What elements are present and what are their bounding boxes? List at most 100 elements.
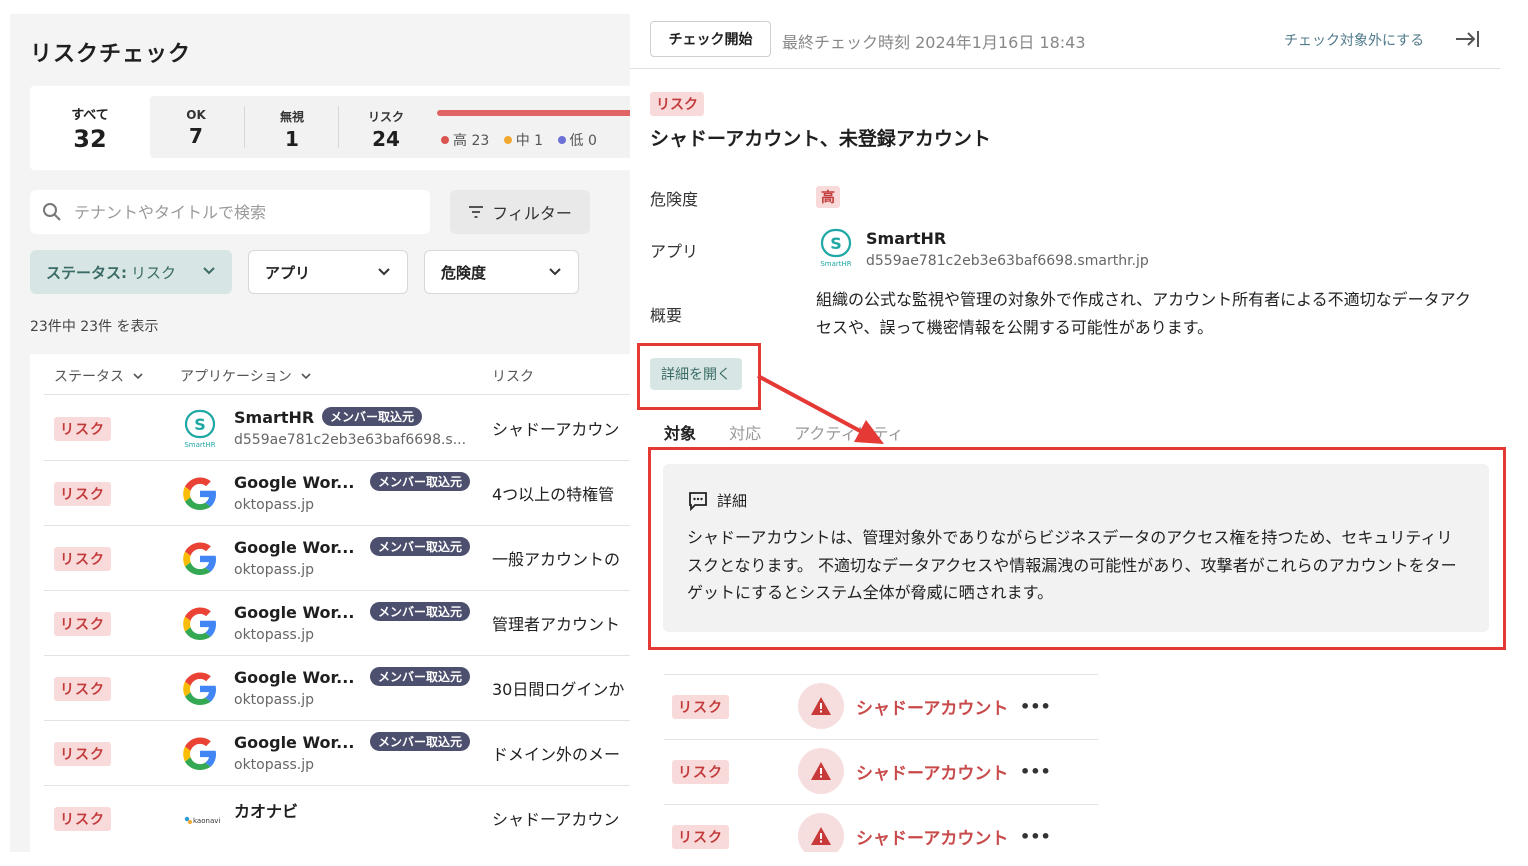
comment-icon xyxy=(689,491,707,511)
annotation-highlight-button xyxy=(637,343,761,410)
risk-list-panel: リスクチェック すべて 32 OK 7 無視 1 リスク 24 高 23 中 1… xyxy=(10,14,630,852)
svg-text:S: S xyxy=(194,415,206,434)
warning-icon xyxy=(798,748,844,794)
status-badge: リスク xyxy=(650,92,704,116)
status-badge: リスク xyxy=(54,482,111,506)
tab-target[interactable]: 対象 xyxy=(664,420,696,444)
risk-level-bar xyxy=(437,110,630,116)
risk-table: ステータス アプリケーション リスク リスク S SmartHR SmartHR d55… xyxy=(30,354,630,852)
table-row[interactable]: リスク Google Wor... oktopass.jp メンバー取込元 一般アカウン… xyxy=(44,525,630,590)
app-dropdown[interactable]: アプリ xyxy=(248,250,408,294)
search-box xyxy=(30,190,430,234)
app-name: Google Wor... xyxy=(234,538,355,557)
google-icon xyxy=(180,539,220,579)
start-check-button[interactable]: チェック開始 xyxy=(650,21,771,57)
stat-all-label: すべて xyxy=(71,108,109,123)
chevron-down-icon xyxy=(549,268,561,276)
status-badge: リスク xyxy=(672,760,729,784)
column-header-status-label: ステータス xyxy=(54,369,124,385)
table-row[interactable]: リスク Google Wor... oktopass.jp メンバー取込元 4つ以上の特… xyxy=(44,460,630,525)
details-body: シャドーアカウントは、管理対象外でありながらビジネスデータのアクセス権を持つため… xyxy=(687,528,1457,602)
table-row[interactable]: リスク kaonavi カオナビ シャドーアカウン xyxy=(44,785,630,850)
level-dot-mid xyxy=(503,136,512,144)
column-header-risk-label: リスク xyxy=(492,369,534,385)
app-subtitle: oktopass.jp xyxy=(234,497,315,513)
stats-summary: すべて 32 OK 7 無視 1 リスク 24 高 23 中 1 低 0 xyxy=(30,86,630,170)
risk-name: 30日間ログインか xyxy=(492,680,625,699)
stat-ignore-value: 1 xyxy=(285,127,299,151)
table-row[interactable]: リスク Google Wor... oktopass.jp メンバー取込元 管理者アカウ… xyxy=(44,590,630,655)
stat-ok[interactable]: OK 7 xyxy=(150,96,242,158)
app-name: SmartHR xyxy=(234,408,315,427)
more-icon[interactable]: ••• xyxy=(1020,697,1051,716)
stat-risk[interactable]: リスク 24 xyxy=(340,96,432,158)
risk-title: シャドーアカウント、未登録アカウント xyxy=(650,128,991,150)
divider xyxy=(244,106,245,148)
last-check-time: 最終チェック時刻 2024年1月16日 18:43 xyxy=(782,33,1086,52)
status-badge: リスク xyxy=(54,547,111,571)
status-dropdown[interactable]: ステータス: リスク xyxy=(30,250,232,294)
column-header-application[interactable]: アプリケーション xyxy=(180,366,312,386)
details-card: 詳細 シャドーアカウントは、管理対象外でありながらビジネスデータのアクセス権を持… xyxy=(663,464,1489,632)
app-subtitle: oktopass.jp xyxy=(234,757,315,773)
list-item-title: シャドーアカウント xyxy=(856,764,1009,784)
stat-ignore[interactable]: 無視 1 xyxy=(246,96,338,158)
list-item-title: シャドーアカウント xyxy=(856,829,1009,849)
stat-risk-value: 24 xyxy=(372,127,400,151)
stat-all-value: 32 xyxy=(73,125,107,153)
member-source-tag: メンバー取込元 xyxy=(370,732,471,751)
table-row[interactable]: リスク Google Wor... oktopass.jp メンバー取込元 ドメイン外の… xyxy=(44,720,630,785)
level-dot-low xyxy=(557,136,566,144)
more-icon[interactable]: ••• xyxy=(1020,762,1051,781)
app-subtitle: oktopass.jp xyxy=(234,627,315,643)
risk-name: シャドーアカウン xyxy=(492,810,620,829)
collapse-panel-icon[interactable] xyxy=(1454,28,1480,50)
status-badge: リスク xyxy=(54,677,111,701)
screen: リスクチェック すべて 32 OK 7 無視 1 リスク 24 高 23 中 1… xyxy=(0,0,1528,866)
app-name: カオナビ xyxy=(234,802,299,821)
page-title: リスクチェック xyxy=(30,42,192,67)
search-input[interactable] xyxy=(74,198,414,226)
level-dot-high xyxy=(441,136,449,144)
exclude-from-check-link[interactable]: チェック対象外にする xyxy=(1284,30,1424,50)
status-badge: リスク xyxy=(672,695,729,719)
app-name: Google Wor... xyxy=(234,473,355,492)
stat-ok-label: OK xyxy=(186,108,206,122)
kaonavi-icon: kaonavi xyxy=(180,799,220,839)
result-count: 23件中 23件 を表示 xyxy=(30,319,159,335)
filter-label: フィルター xyxy=(492,204,572,223)
chevron-down-icon xyxy=(378,268,390,276)
level-mid: 中 1 xyxy=(503,133,544,149)
list-item[interactable]: リスク シャドーアカウント ••• xyxy=(664,739,1098,804)
level-high: 高 23 xyxy=(441,133,489,149)
stat-ignore-label: 無視 xyxy=(279,110,304,124)
list-item-title: シャドーアカウント xyxy=(856,699,1009,719)
risk-detail-panel: チェック開始 最終チェック時刻 2024年1月16日 18:43 チェック対象外… xyxy=(630,14,1500,852)
divider xyxy=(630,68,1500,69)
status-badge: リスク xyxy=(54,807,111,831)
level-mid-label: 中 1 xyxy=(515,133,544,149)
warning-icon xyxy=(798,683,844,729)
app-dropdown-label: アプリ xyxy=(265,263,311,282)
google-icon xyxy=(180,734,220,774)
severity-badge: 高 xyxy=(816,186,840,208)
smarthr-icon: S SmartHR xyxy=(820,228,852,268)
member-source-tag: メンバー取込元 xyxy=(322,407,423,426)
column-header-risk: リスク xyxy=(492,366,534,386)
tab-activity[interactable]: アクティビティ xyxy=(794,420,903,444)
severity-dropdown[interactable]: 危険度 xyxy=(424,250,579,294)
stat-risk-label: リスク xyxy=(367,110,404,124)
table-row[interactable]: リスク S SmartHR SmartHR d559ae781c2eb3e63baf66… xyxy=(44,395,630,460)
stat-all[interactable]: すべて 32 xyxy=(30,86,150,170)
table-row[interactable]: リスク Google Wor... oktopass.jp メンバー取込元 30日間ログ… xyxy=(44,655,630,720)
filter-button[interactable]: フィルター xyxy=(450,190,590,234)
column-header-status[interactable]: ステータス xyxy=(54,366,144,386)
summary-label: 概要 xyxy=(650,306,683,325)
list-item[interactable]: リスク シャドーアカウント ••• xyxy=(664,804,1098,852)
more-icon[interactable]: ••• xyxy=(1020,827,1051,846)
app-subtitle: oktopass.jp xyxy=(234,562,315,578)
tab-response[interactable]: 対応 xyxy=(729,420,761,444)
warning-icon xyxy=(798,813,844,852)
summary-text: 組織の公式な監視や管理の対象外で作成され、アカウント所有者による不適切なデータア… xyxy=(816,290,1471,337)
list-item[interactable]: リスク シャドーアカウント ••• xyxy=(664,674,1098,739)
